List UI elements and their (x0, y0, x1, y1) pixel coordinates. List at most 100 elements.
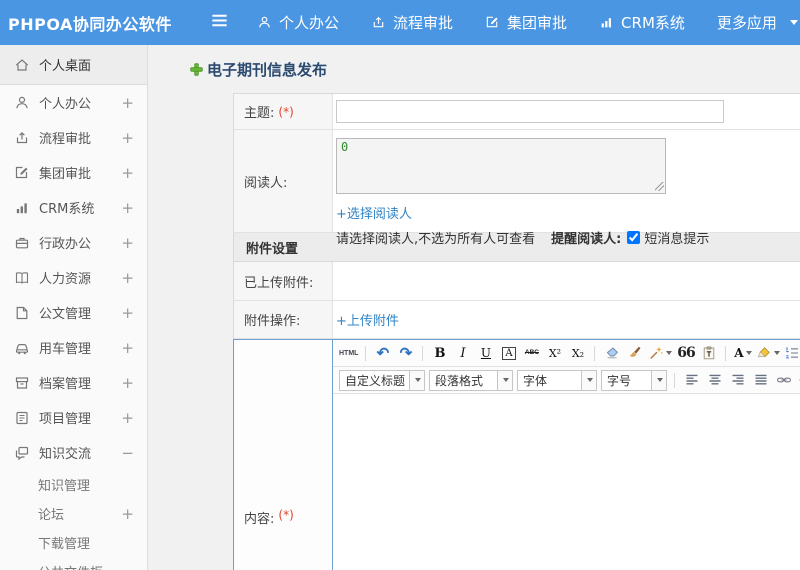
nav-personal-office[interactable]: 个人办公 (257, 12, 339, 33)
sidebar-item-personal-office[interactable]: 个人办公 + (0, 85, 147, 120)
sidebar-item-forum[interactable]: 论坛 + (0, 499, 147, 528)
caret-down-icon (587, 378, 593, 382)
format-brush-button[interactable] (624, 343, 645, 364)
text-color-button[interactable]: A (732, 343, 753, 364)
sidebar-item-admin-office[interactable]: 行政办公 + (0, 225, 147, 260)
uploaded-attachments-label: 已上传附件: (234, 262, 333, 300)
paste-as-text-button[interactable] (698, 343, 719, 364)
chart-icon (14, 200, 30, 216)
sidebar-item-label: 集团审批 (39, 167, 92, 182)
italic-button[interactable]: I (452, 343, 473, 364)
subject-input[interactable] (336, 100, 724, 123)
paragraph-select[interactable]: 段落格式 (429, 369, 513, 391)
choose-readers-link[interactable]: +选择阅读人 (336, 203, 412, 222)
sidebar-item-label: 档案管理 (39, 377, 92, 392)
sidebar-item-knowledge-management[interactable]: 知识管理 (0, 470, 147, 499)
align-left-button[interactable] (681, 370, 702, 391)
source-code-button[interactable]: HTML (338, 343, 359, 364)
nav-label: 个人办公 (279, 14, 340, 32)
expand-icon[interactable]: + (121, 94, 134, 112)
sidebar-item-document-management[interactable]: 公文管理 + (0, 295, 147, 330)
sms-notify-label: 短消息提示 (644, 232, 710, 247)
highlight-color-icon (756, 345, 772, 361)
flow-icon (371, 15, 386, 30)
sidebar-item-vehicle-management[interactable]: 用车管理 + (0, 330, 147, 365)
expand-icon[interactable]: + (121, 304, 134, 322)
strikethrough-button[interactable]: ABC (521, 343, 542, 364)
sidebar-item-public-file-cabinet[interactable]: 公共文件柜 (0, 557, 147, 570)
sidebar-item-label: 论坛 (38, 508, 65, 523)
redo-button[interactable]: ↷ (395, 343, 416, 364)
expand-icon[interactable]: + (121, 409, 134, 427)
quick-format-button[interactable] (647, 343, 673, 364)
highlight-color-button[interactable] (755, 343, 781, 364)
subscript-button[interactable]: X₂ (567, 343, 588, 364)
sidebar-item-group-approval[interactable]: 集团审批 + (0, 155, 147, 190)
sidebar-item-personal-desktop[interactable]: 个人桌面 (0, 45, 147, 85)
text-color-glyph: A (734, 346, 744, 360)
align-center-button[interactable] (704, 370, 725, 391)
quick-format-icon (648, 345, 664, 361)
sidebar-item-download-management[interactable]: 下载管理 (0, 528, 147, 557)
blockquote-glyph: 66 (677, 345, 696, 361)
upload-attachment-link[interactable]: +上传附件 (336, 310, 399, 329)
caret-down-icon (657, 378, 663, 382)
hamburger-menu-button[interactable] (210, 11, 229, 34)
nav-group-approval[interactable]: 集团审批 (485, 12, 567, 33)
sidebar-item-label: 项目管理 (39, 412, 92, 427)
sidebar-item-human-resources[interactable]: 人力资源 + (0, 260, 147, 295)
strikethrough-glyph: ABC (524, 348, 539, 356)
nav-crm-system[interactable]: CRM系统 (599, 12, 685, 33)
content-row: 内容: (*) HTML ↶ ↷ B I U A ABC X² X₂ 66 A 自定义标题 段落格式 字体… (233, 339, 800, 570)
sms-notify-checkbox[interactable] (627, 231, 641, 244)
collapse-icon[interactable]: − (121, 444, 134, 462)
sidebar-item-label: 个人桌面 (39, 59, 92, 74)
menu-icon (210, 11, 229, 30)
sidebar-item-project-management[interactable]: 项目管理 + (0, 400, 147, 435)
sidebar-item-label: 行政办公 (39, 237, 92, 252)
sidebar-item-knowledge-exchange[interactable]: 知识交流 − (0, 435, 147, 470)
heading-select[interactable]: 自定义标题 (339, 369, 425, 391)
bold-button[interactable]: B (429, 343, 450, 364)
superscript-button[interactable]: X² (544, 343, 565, 364)
underline-button[interactable]: U (475, 343, 496, 364)
italic-glyph: I (460, 345, 466, 361)
expand-icon[interactable]: + (121, 505, 134, 523)
expand-icon[interactable]: + (121, 129, 134, 147)
align-justify-button[interactable] (750, 370, 771, 391)
font-family-button[interactable]: A (498, 343, 519, 364)
editor-toolbar-row1: HTML ↶ ↷ B I U A ABC X² X₂ 66 A (333, 340, 800, 367)
expand-icon[interactable]: + (121, 234, 134, 252)
person-icon (257, 15, 272, 30)
sidebar-item-crm-system[interactable]: CRM系统 + (0, 190, 147, 225)
ordered-list-button[interactable] (783, 343, 800, 364)
sidebar-item-label: 流程审批 (39, 132, 92, 147)
font-select[interactable]: 字体 (517, 369, 597, 391)
unlink-button[interactable] (796, 370, 800, 391)
link-button[interactable] (773, 370, 794, 391)
toolbar-separator (594, 345, 596, 361)
nav-more-apps[interactable]: 更多应用 (717, 12, 798, 33)
main-content: 电子期刊信息发布 主题: (*) 阅读人: 0 +选择阅读人 请选择阅读人,不选… (149, 45, 800, 570)
sidebar-item-archive-management[interactable]: 档案管理 + (0, 365, 147, 400)
resize-handle-icon[interactable] (655, 182, 664, 191)
caret-down-icon (503, 378, 509, 382)
caret-down-icon (774, 351, 781, 355)
align-right-button[interactable] (727, 370, 748, 391)
expand-icon[interactable]: + (121, 269, 134, 287)
expand-icon[interactable]: + (121, 164, 134, 182)
eraser-button[interactable] (601, 343, 622, 364)
expand-icon[interactable]: + (121, 199, 134, 217)
underline-glyph: U (480, 346, 492, 360)
nav-workflow-approval[interactable]: 流程审批 (371, 12, 453, 33)
size-select[interactable]: 字号 (601, 369, 667, 391)
expand-icon[interactable]: + (121, 339, 134, 357)
readers-textarea[interactable]: 0 (336, 138, 666, 194)
paste-as-text-icon (701, 345, 717, 361)
sidebar-item-workflow-approval[interactable]: 流程审批 + (0, 120, 147, 155)
nav-label: CRM系统 (621, 14, 685, 32)
undo-button[interactable]: ↶ (372, 343, 393, 364)
blockquote-button[interactable]: 66 (675, 343, 696, 364)
editor-content-area[interactable] (333, 394, 800, 570)
expand-icon[interactable]: + (121, 374, 134, 392)
